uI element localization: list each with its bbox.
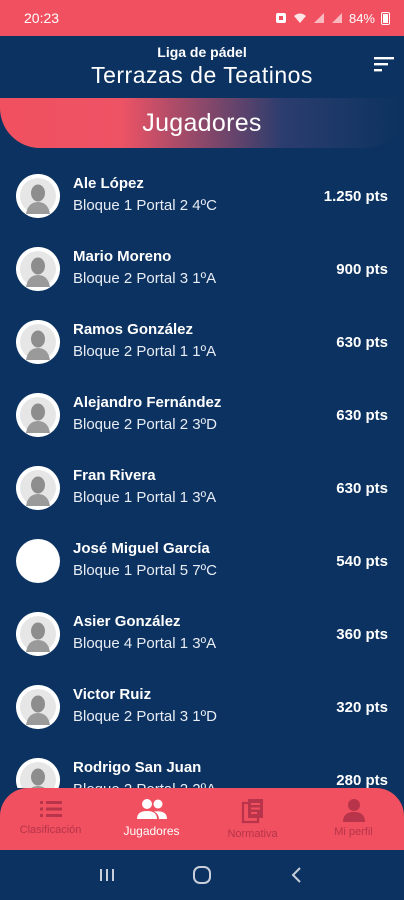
status-time: 20:23	[24, 10, 60, 26]
league-subtitle: Liga de pádel	[157, 44, 247, 60]
player-row[interactable]: José Miguel García Bloque 1 Portal 5 7ºC 5…	[0, 525, 404, 598]
player-points: 1.250 pts	[323, 188, 388, 205]
player-name: Asier González	[73, 613, 181, 630]
avatar	[16, 685, 60, 729]
nav-tab-normativa[interactable]: Normativa	[202, 788, 303, 850]
player-address: Bloque 1 Portal 5 7ºC	[73, 562, 217, 579]
player-name: Fran Rivera	[73, 467, 156, 484]
list-icon	[38, 798, 64, 820]
avatar	[16, 758, 60, 788]
avatar	[16, 174, 60, 218]
league-title: Terrazas de Teatinos	[91, 62, 313, 88]
alarm-icon	[275, 13, 286, 23]
person-icon	[342, 798, 365, 822]
signal-icon	[313, 13, 324, 23]
player-points: 630 pts	[336, 407, 388, 424]
status-icons: 84%	[275, 11, 390, 26]
nav-tab-label: Clasificación	[19, 824, 82, 836]
recent-apps-button[interactable]	[87, 855, 127, 895]
player-row[interactable]: Asier González Bloque 4 Portal 1 3ºA 360 p…	[0, 598, 404, 671]
battery-percent: 84%	[348, 10, 375, 26]
player-name: Rodrigo San Juan	[73, 759, 202, 776]
player-row[interactable]: Rodrigo San Juan Bloque 2 Portal 2 2ºA 280…	[0, 744, 404, 788]
nav-tab-label: Normativa	[227, 828, 278, 840]
player-points: 320 pts	[336, 699, 388, 716]
player-address: Bloque 2 Portal 1 1ºA	[73, 343, 217, 360]
player-address: Bloque 1 Portal 1 3ºA	[73, 489, 217, 506]
status-bar: 20:23 84%	[0, 0, 404, 36]
player-points: 630 pts	[336, 480, 388, 497]
player-name: José Miguel García	[73, 540, 210, 557]
back-button[interactable]	[277, 855, 317, 895]
player-name: Mario Moreno	[73, 248, 172, 265]
player-address: Bloque 2 Portal 3 1ºA	[73, 270, 217, 287]
nav-tab-jugadores[interactable]: Jugadores	[101, 788, 202, 850]
section-title: Jugadores	[142, 108, 262, 137]
avatar	[16, 247, 60, 291]
player-address: Bloque 2 Portal 2 3ºD	[73, 416, 217, 433]
sort-button[interactable]	[372, 54, 396, 74]
sort-icon	[374, 57, 394, 72]
player-name: Alejandro Fernández	[73, 394, 222, 411]
player-points: 630 pts	[336, 334, 388, 351]
nav-tab-clasificaci-n[interactable]: Clasificación	[0, 788, 101, 850]
player-row[interactable]: Ramos González Bloque 2 Portal 1 1ºA 630 p…	[0, 306, 404, 379]
people-icon	[136, 798, 168, 820]
player-name: Ale López	[73, 175, 144, 192]
player-points: 900 pts	[336, 261, 388, 278]
wifi-icon	[293, 13, 306, 23]
player-row[interactable]: Victor Ruiz Bloque 2 Portal 3 1ºD 320 pts	[0, 671, 404, 744]
avatar	[16, 612, 60, 656]
system-nav-bar	[0, 850, 404, 900]
player-row[interactable]: Alejandro Fernández Bloque 2 Portal 2 3ºD…	[0, 379, 404, 452]
player-row[interactable]: Mario Moreno Bloque 2 Portal 3 1ºA 900 pts	[0, 233, 404, 306]
home-icon	[192, 866, 211, 884]
nav-tab-label: Mi perfil	[334, 826, 373, 838]
player-row[interactable]: Fran Rivera Bloque 1 Portal 1 3ºA 630 pts	[0, 452, 404, 525]
battery-icon	[381, 11, 390, 25]
player-row[interactable]: Ale López Bloque 1 Portal 2 4ºC 1.250 pts	[0, 160, 404, 233]
player-address: Bloque 2 Portal 3 1ºD	[73, 708, 217, 725]
recent-apps-icon	[100, 869, 115, 881]
avatar	[16, 393, 60, 437]
section-banner: Jugadores	[0, 98, 404, 148]
signal-icon-2	[331, 13, 342, 23]
player-name: Victor Ruiz	[73, 686, 152, 703]
player-points: 360 pts	[336, 626, 388, 643]
avatar	[16, 539, 60, 583]
avatar	[16, 466, 60, 510]
player-points: 280 pts	[336, 772, 388, 788]
bottom-nav: Clasificación Jugadores Normativa Mi perfil	[0, 788, 404, 850]
document-icon	[241, 798, 265, 824]
player-name: Ramos González	[73, 321, 194, 338]
nav-tab-mi-perfil[interactable]: Mi perfil	[303, 788, 404, 850]
players-list[interactable]: Ale López Bloque 1 Portal 2 4ºC 1.250 pts M…	[0, 160, 404, 788]
home-button[interactable]	[182, 855, 222, 895]
avatar	[16, 320, 60, 364]
player-address: Bloque 2 Portal 2 2ºA	[73, 781, 216, 788]
back-icon	[291, 867, 301, 883]
player-address: Bloque 4 Portal 1 3ºA	[73, 635, 217, 652]
nav-tab-label: Jugadores	[123, 824, 180, 838]
player-points: 540 pts	[336, 553, 388, 570]
player-address: Bloque 1 Portal 2 4ºC	[73, 197, 217, 214]
app-header: Liga de pádel Terrazas de Teatinos	[0, 36, 404, 98]
